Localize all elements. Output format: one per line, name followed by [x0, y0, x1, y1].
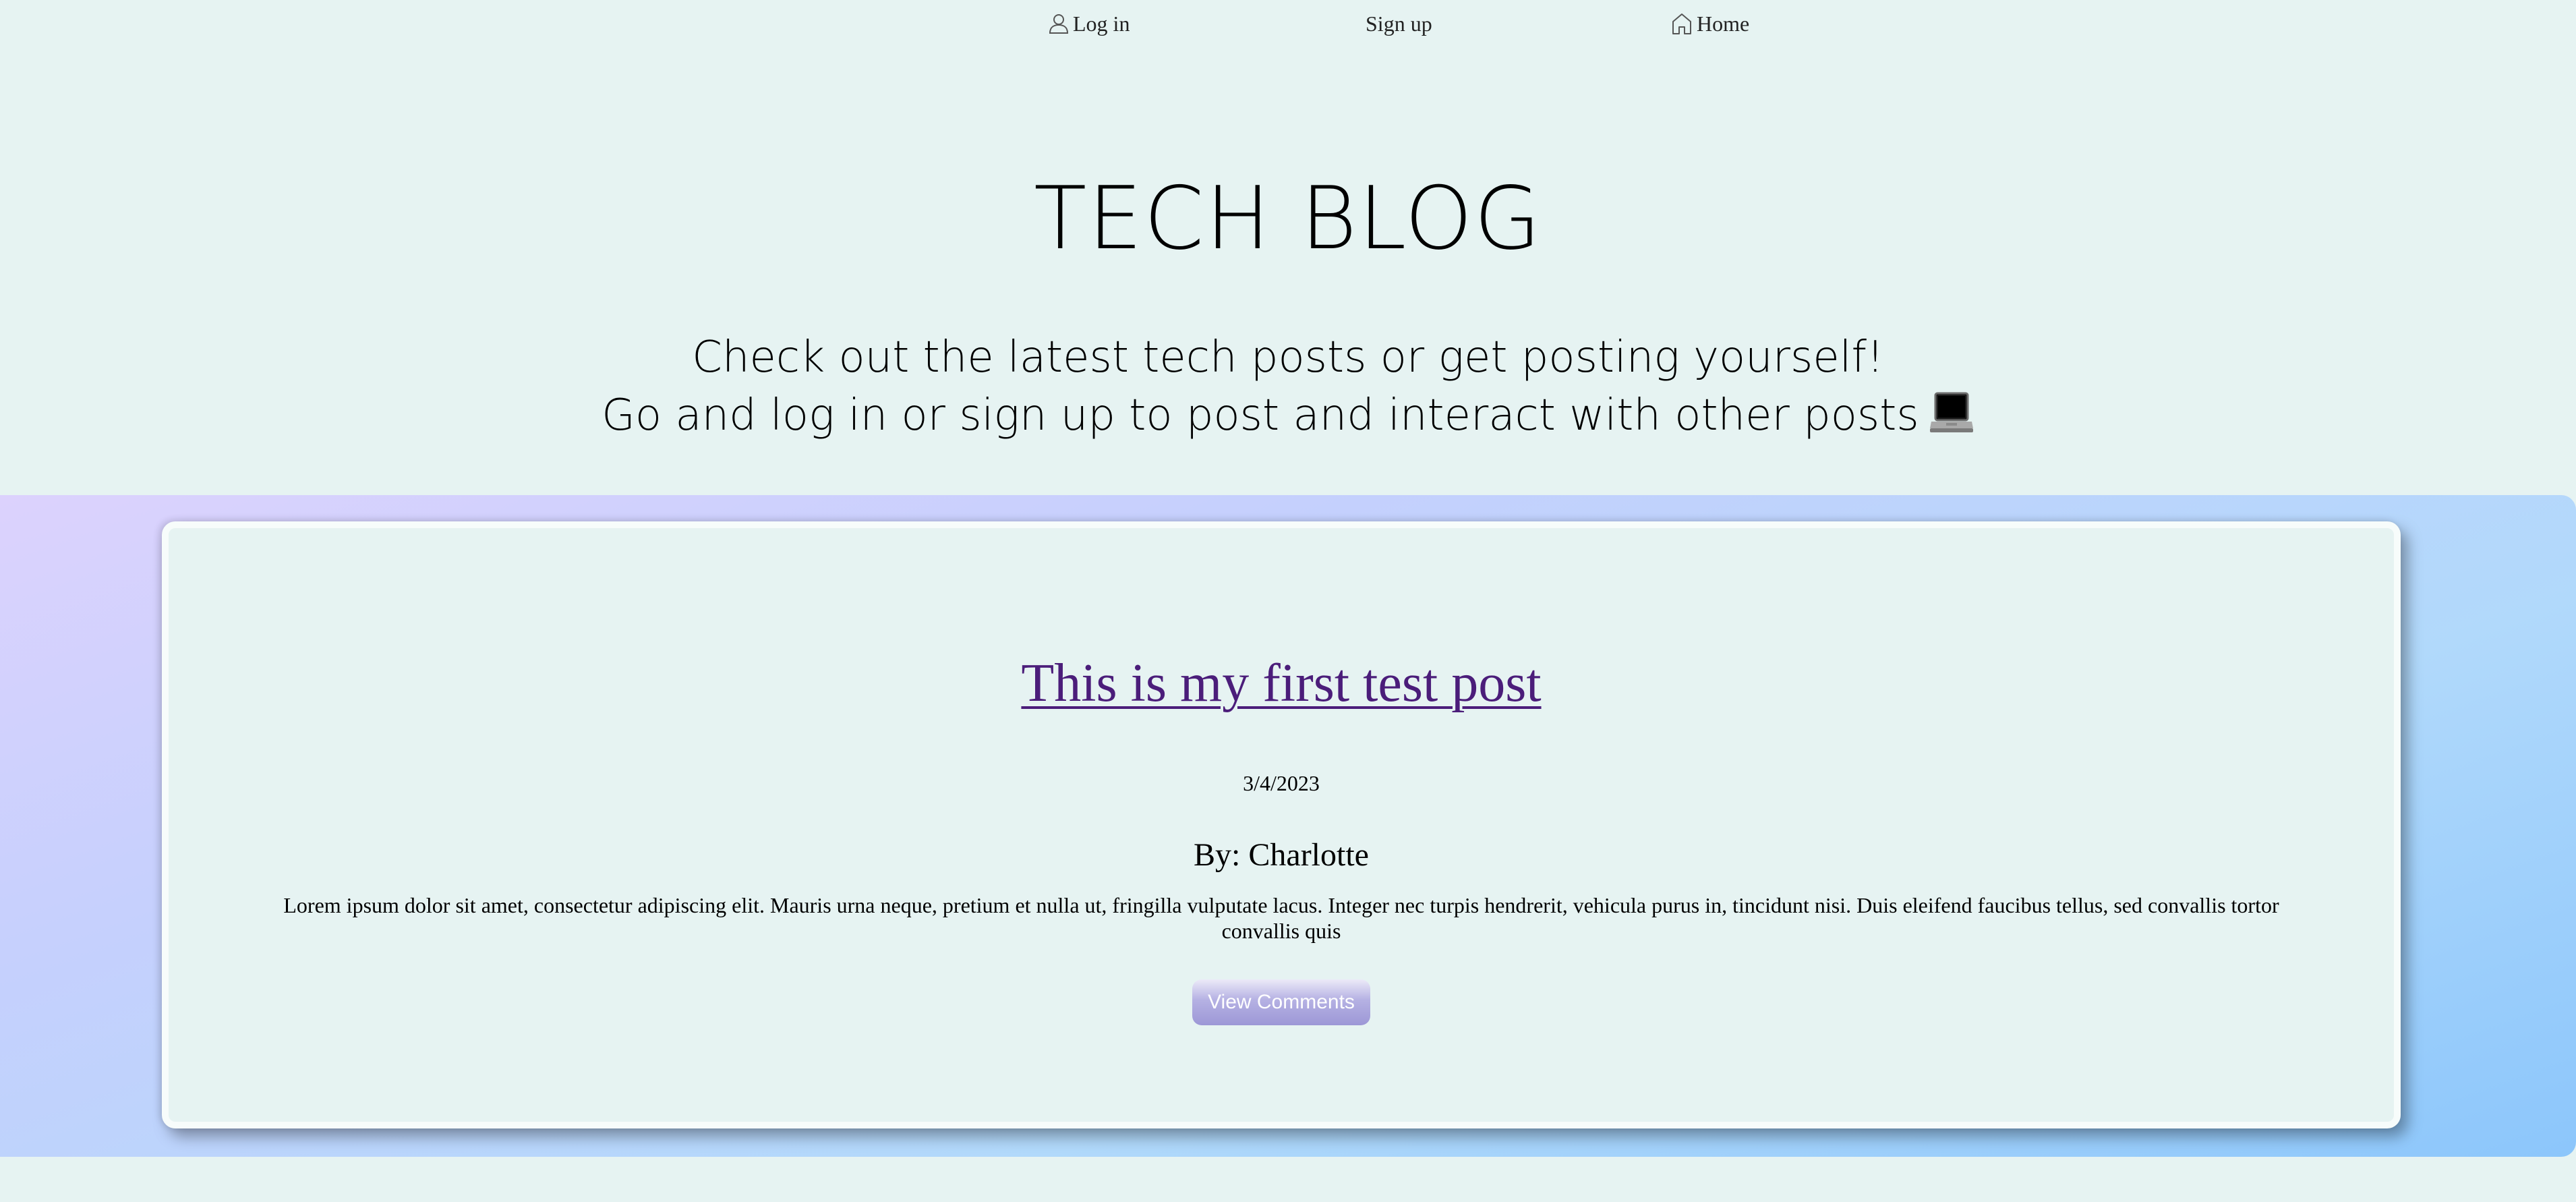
signup-link[interactable]: Sign up — [1366, 9, 1432, 38]
home-link[interactable]: Home — [1671, 9, 1749, 38]
post-title: This is my first test post — [169, 650, 2394, 717]
post-card: This is my first test post 3/4/2023 By: … — [162, 521, 2401, 1128]
subtitle-line-2: Go and log in or sign up to post and int… — [0, 387, 2576, 450]
hero-subtitle: Check out the latest tech posts or get p… — [0, 328, 2576, 450]
post-date: 3/4/2023 — [1243, 771, 1320, 795]
laptop-icon — [1929, 391, 1974, 450]
login-label: Log in — [1073, 11, 1130, 36]
subtitle-line-2-text: Go and log in or sign up to post and int… — [602, 391, 1919, 440]
subtitle-line-1: Check out the latest tech posts or get p… — [692, 333, 1884, 382]
post-title-link[interactable]: This is my first test post — [1021, 654, 1541, 713]
view-comments-button[interactable]: View Comments — [1192, 979, 1370, 1025]
home-label: Home — [1697, 11, 1750, 36]
signup-label: Sign up — [1366, 11, 1432, 36]
login-link[interactable]: Log in — [1049, 9, 1130, 38]
user-icon — [1049, 13, 1073, 34]
post-body: Lorem ipsum dolor sit amet, consectetur … — [283, 893, 2279, 943]
page-title: TECH BLOG — [1034, 169, 1542, 269]
post-author: By: Charlotte — [1194, 837, 1369, 873]
home-icon — [1671, 12, 1697, 35]
top-nav: Log in Sign up Home — [0, 0, 2576, 47]
